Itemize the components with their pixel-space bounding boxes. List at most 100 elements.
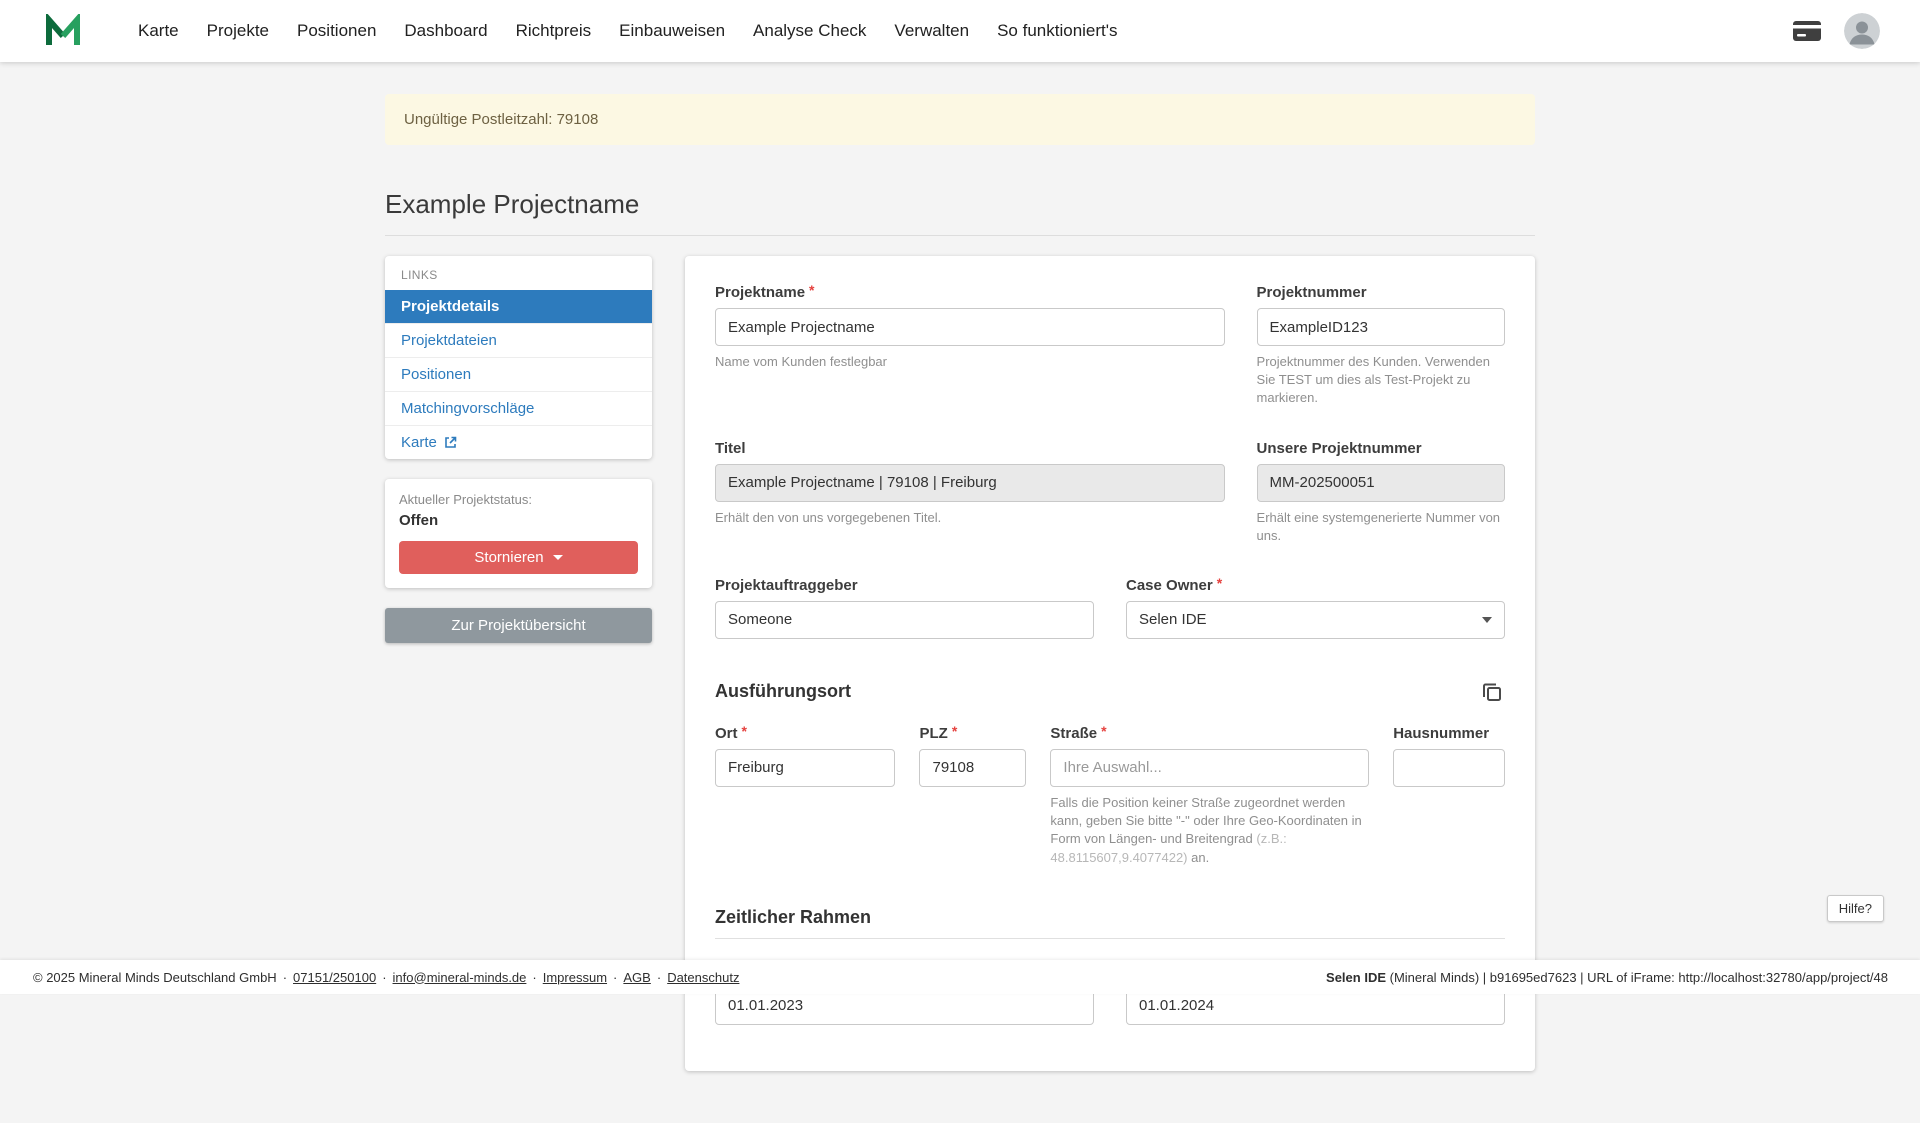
user-avatar[interactable]: [1844, 13, 1880, 49]
footer-session-info: Selen IDE (Mineral Minds) | b91695ed7623…: [1326, 970, 1888, 985]
required-asterisk: *: [1101, 723, 1106, 739]
helper-suffix: an.: [1188, 850, 1210, 865]
titel-input: [715, 464, 1225, 502]
projektname-field: Projektname* Name vom Kunden festlegbar: [715, 284, 1225, 371]
sidebar-item-label: Karte: [401, 434, 437, 451]
sidebar-item-karte[interactable]: Karte: [385, 425, 652, 459]
case-owner-value: Selen IDE: [1139, 611, 1207, 628]
ort-input[interactable]: [715, 749, 895, 787]
projektauftraggeber-input[interactable]: [715, 601, 1094, 639]
copy-address-button[interactable]: [1479, 679, 1505, 705]
footer-link-phone[interactable]: 07151/250100: [293, 970, 376, 985]
title-divider: [385, 235, 1535, 236]
copy-icon: [1481, 681, 1503, 703]
projektnummer-helper: Projektnummer des Kunden. Verwenden Sie …: [1257, 353, 1505, 408]
helper-text: Falls die Position keiner Straße zugeord…: [1050, 795, 1361, 846]
label-text: Projektname: [715, 284, 805, 301]
label-text: Case Owner: [1126, 577, 1213, 594]
footer-link-datenschutz[interactable]: Datenschutz: [667, 970, 739, 985]
zeitlicher-rahmen-heading: Zeitlicher Rahmen: [715, 907, 871, 928]
unsere-projektnummer-input: [1257, 464, 1505, 502]
nav-item-richtpreis[interactable]: Richtpreis: [516, 21, 592, 41]
nav-item-so-funktionierts[interactable]: So funktioniert's: [997, 21, 1117, 41]
required-asterisk: *: [952, 723, 957, 739]
strasse-label: Straße*: [1050, 725, 1369, 742]
ausfuehrungsort-section-header: Ausführungsort: [715, 679, 1505, 705]
sidebar-item-positionen[interactable]: Positionen: [385, 357, 652, 391]
zeitlicher-rahmen-section-header: Zeitlicher Rahmen: [715, 907, 1505, 939]
label-text: Straße: [1050, 725, 1097, 742]
projektauftraggeber-field: Projektauftraggeber: [715, 577, 1094, 639]
unsere-projektnummer-helper: Erhält eine systemgenerierte Nummer von …: [1257, 509, 1505, 545]
separator: ·: [382, 970, 386, 985]
status-label: Aktueller Projektstatus:: [399, 492, 638, 507]
sidebar-item-projektdetails[interactable]: Projektdetails: [385, 290, 652, 323]
titel-field: Titel Erhält den von uns vorgegebenen Ti…: [715, 440, 1225, 527]
case-owner-select[interactable]: Selen IDE: [1126, 601, 1505, 639]
nav-item-projekte[interactable]: Projekte: [207, 21, 269, 41]
strasse-field: Straße* Falls die Position keiner Straße…: [1050, 725, 1369, 867]
label-text: Ort: [715, 725, 738, 742]
warning-alert: Ungültige Postleitzahl: 79108: [385, 94, 1535, 145]
person-icon: [1844, 13, 1880, 49]
navbar-actions: [1792, 13, 1880, 49]
separator: ·: [657, 970, 661, 985]
top-navbar: Karte Projekte Positionen Dashboard Rich…: [0, 0, 1920, 62]
titel-helper: Erhält den von uns vorgegebenen Titel.: [715, 509, 1225, 527]
nav-item-dashboard[interactable]: Dashboard: [404, 21, 487, 41]
titel-label: Titel: [715, 440, 1225, 457]
projektname-input[interactable]: [715, 308, 1225, 346]
footer-left: © 2025 Mineral Minds Deutschland GmbH · …: [33, 970, 739, 985]
plz-label: PLZ*: [919, 725, 1026, 742]
separator: ·: [283, 970, 287, 985]
unsere-projektnummer-label: Unsere Projektnummer: [1257, 440, 1505, 457]
projektnummer-field: Projektnummer Projektnummer des Kunden. …: [1257, 284, 1505, 408]
projektname-label: Projektname*: [715, 284, 1225, 301]
nav-item-karte[interactable]: Karte: [138, 21, 179, 41]
label-text: Unsere Projektnummer: [1257, 440, 1422, 457]
status-value: Offen: [399, 512, 638, 529]
project-overview-button[interactable]: Zur Projektübersicht: [385, 608, 652, 643]
help-button[interactable]: Hilfe?: [1827, 895, 1884, 922]
footer-link-agb[interactable]: AGB: [623, 970, 650, 985]
sidebar: LINKS Projektdetails Projektdateien Posi…: [385, 256, 652, 643]
required-asterisk: *: [809, 282, 814, 298]
case-owner-field: Case Owner* Selen IDE: [1126, 577, 1505, 639]
nav-item-einbauweisen[interactable]: Einbauweisen: [619, 21, 725, 41]
label-text: Projektnummer: [1257, 284, 1367, 301]
plz-field: PLZ*: [919, 725, 1026, 787]
strasse-input[interactable]: [1050, 749, 1369, 787]
projektauftraggeber-label: Projektauftraggeber: [715, 577, 1094, 594]
external-link-icon: [444, 436, 457, 449]
label-text: Titel: [715, 440, 746, 457]
projektnummer-label: Projektnummer: [1257, 284, 1505, 301]
separator: ·: [532, 970, 536, 985]
sidebar-item-projektdateien[interactable]: Projektdateien: [385, 323, 652, 357]
footer-link-email[interactable]: info@mineral-minds.de: [393, 970, 527, 985]
footer-link-impressum[interactable]: Impressum: [543, 970, 607, 985]
copyright-text: © 2025 Mineral Minds Deutschland GmbH: [33, 970, 277, 985]
nav-item-positionen[interactable]: Positionen: [297, 21, 376, 41]
nav-item-analyse-check[interactable]: Analyse Check: [753, 21, 866, 41]
project-status-card: Aktueller Projektstatus: Offen Storniere…: [385, 479, 652, 588]
page-title: Example Projectname: [385, 189, 1535, 220]
stornieren-button[interactable]: Stornieren: [399, 541, 638, 574]
card-icon[interactable]: [1792, 20, 1822, 42]
strasse-helper: Falls die Position keiner Straße zugeord…: [1050, 794, 1369, 867]
sidebar-item-matchingvorschlaege[interactable]: Matchingvorschläge: [385, 391, 652, 425]
mineral-minds-logo[interactable]: [44, 14, 82, 48]
main-nav: Karte Projekte Positionen Dashboard Rich…: [138, 21, 1118, 41]
projektname-helper: Name vom Kunden festlegbar: [715, 353, 1225, 371]
hausnummer-input[interactable]: [1393, 749, 1505, 787]
nav-item-verwalten[interactable]: Verwalten: [894, 21, 969, 41]
label-text: Projektauftraggeber: [715, 577, 858, 594]
caret-down-icon: [553, 555, 563, 560]
required-asterisk: *: [1217, 575, 1222, 591]
separator: ·: [613, 970, 617, 985]
ort-field: Ort*: [715, 725, 895, 787]
projektnummer-input[interactable]: [1257, 308, 1505, 346]
caret-down-icon: [1482, 617, 1492, 623]
hausnummer-label: Hausnummer: [1393, 725, 1505, 742]
plz-input[interactable]: [919, 749, 1026, 787]
card-icon-glyph: [1792, 20, 1822, 42]
